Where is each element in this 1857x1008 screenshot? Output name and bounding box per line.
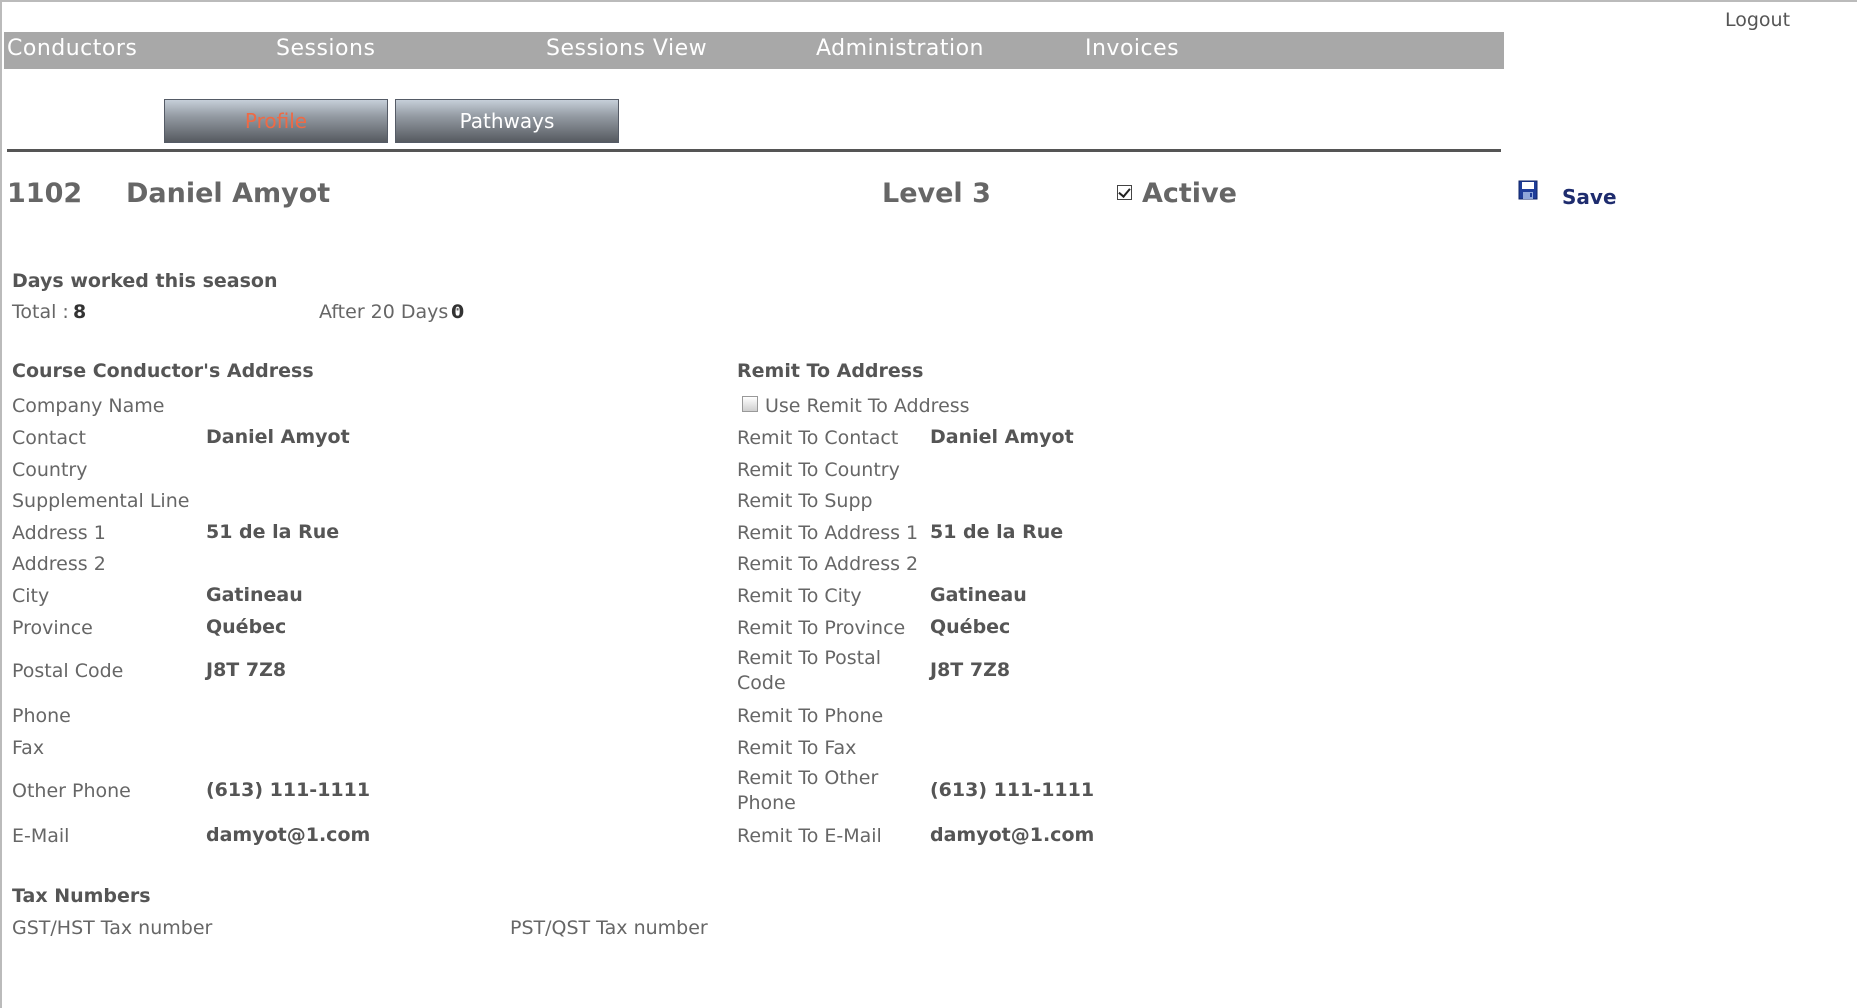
remit-address-1-value: 51 de la Rue [930, 521, 1064, 543]
address-section-title: Course Conductor's Address [12, 360, 314, 382]
remit-province-label: Remit To Province [737, 617, 906, 639]
use-remit-label: Use Remit To Address [765, 395, 970, 417]
after-20-days-value: 0 [451, 301, 465, 323]
city-label: City [12, 585, 50, 607]
email-label: E-Mail [12, 825, 70, 847]
remit-supp-label: Remit To Supp [737, 490, 873, 512]
remit-other-phone-value: (613) 111-1111 [930, 779, 1095, 801]
other-phone-label: Other Phone [12, 780, 131, 802]
city-value: Gatineau [206, 584, 303, 606]
remit-fax-label: Remit To Fax [737, 737, 857, 759]
conductor-id: 1102 [7, 178, 83, 209]
active-checkbox[interactable] [1117, 185, 1132, 200]
supplemental-line-label: Supplemental Line [12, 490, 190, 512]
province-label: Province [12, 617, 93, 639]
remit-postal-code-value: J8T 7Z8 [930, 659, 1011, 681]
active-label: Active [1142, 178, 1237, 209]
remit-phone-label: Remit To Phone [737, 705, 884, 727]
nav-sessions-view[interactable]: Sessions View [546, 36, 707, 61]
pst-qst-label: PST/QST Tax number [510, 917, 708, 939]
remit-address-1-label: Remit To Address 1 [737, 522, 919, 544]
save-button[interactable]: Save [1562, 185, 1617, 209]
nav-administration[interactable]: Administration [816, 36, 984, 61]
contact-value: Daniel Amyot [206, 426, 350, 448]
tab-pathways[interactable]: Pathways [395, 99, 619, 143]
days-worked-title: Days worked this season [12, 270, 278, 292]
remit-other-phone-label: Remit To Other Phone [737, 767, 879, 814]
address-2-label: Address 2 [12, 553, 106, 575]
nav-conductors[interactable]: Conductors [7, 36, 137, 61]
contact-label: Contact [12, 427, 86, 449]
logout-link[interactable]: Logout [1725, 9, 1790, 31]
main-nav: Conductors Sessions Sessions View Admini… [4, 32, 1504, 69]
total-label: Total : [12, 301, 69, 323]
remit-city-value: Gatineau [930, 584, 1027, 606]
phone-label: Phone [12, 705, 71, 727]
remit-country-label: Remit To Country [737, 459, 900, 481]
after-20-days-label: After 20 Days : [319, 301, 461, 323]
company-name-label: Company Name [12, 395, 165, 417]
remit-postal-code-label: Remit To Postal Code [737, 647, 882, 694]
conductor-name: Daniel Amyot [126, 178, 331, 209]
postal-code-value: J8T 7Z8 [206, 659, 287, 681]
total-value: 8 [73, 301, 87, 323]
save-icon[interactable] [1518, 180, 1538, 200]
tax-section-title: Tax Numbers [12, 885, 151, 907]
country-label: Country [12, 459, 88, 481]
tab-profile[interactable]: Profile [164, 99, 388, 143]
conductor-level: Level 3 [882, 178, 991, 209]
tab-divider [7, 149, 1501, 152]
remit-section-title: Remit To Address [737, 360, 924, 382]
fax-label: Fax [12, 737, 45, 759]
address-1-label: Address 1 [12, 522, 106, 544]
postal-code-label: Postal Code [12, 660, 124, 682]
remit-address-2-label: Remit To Address 2 [737, 553, 919, 575]
remit-city-label: Remit To City [737, 585, 862, 607]
gst-hst-label: GST/HST Tax number [12, 917, 213, 939]
remit-email-value: damyot@1.com [930, 824, 1095, 846]
email-value: damyot@1.com [206, 824, 371, 846]
address-1-value: 51 de la Rue [206, 521, 340, 543]
province-value: Québec [206, 616, 287, 638]
other-phone-value: (613) 111-1111 [206, 779, 371, 801]
nav-invoices[interactable]: Invoices [1085, 36, 1179, 61]
remit-contact-label: Remit To Contact [737, 427, 899, 449]
remit-email-label: Remit To E-Mail [737, 825, 882, 847]
use-remit-checkbox[interactable] [742, 396, 758, 412]
remit-province-value: Québec [930, 616, 1011, 638]
nav-sessions[interactable]: Sessions [276, 36, 375, 61]
page-frame: Logout Conductors Sessions Sessions View… [0, 0, 1857, 1008]
remit-contact-value: Daniel Amyot [930, 426, 1074, 448]
